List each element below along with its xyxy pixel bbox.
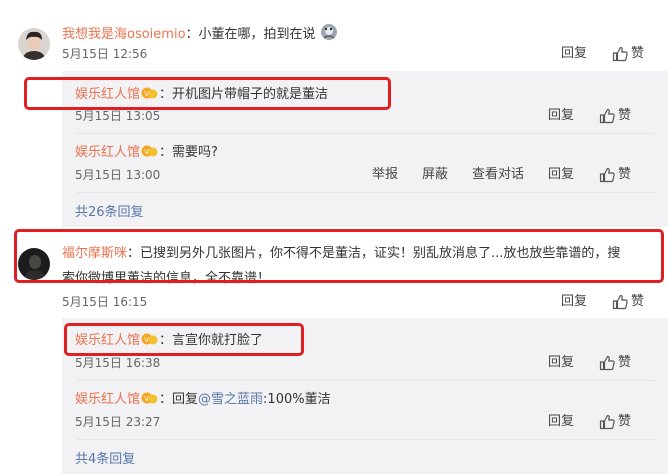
highlight-box (14, 229, 664, 283)
reply-text: 娱乐红人馆 V ：回复@雪之蓝雨:100%董洁 (75, 391, 331, 410)
like-button[interactable]: 赞 (599, 355, 631, 371)
reply-button[interactable]: 回复 (548, 108, 574, 124)
svg-text:V: V (144, 148, 149, 156)
username[interactable]: 娱乐红人馆 (75, 145, 140, 160)
mention-link[interactable]: @雪之蓝雨 (198, 392, 263, 407)
thumbs-up-icon (599, 414, 615, 430)
block-button[interactable]: 屏蔽 (422, 167, 448, 183)
timestamp: 5月15日 16:15 (62, 295, 148, 309)
avatar[interactable] (18, 28, 50, 60)
user-avatar-image (18, 28, 50, 60)
timestamp: 5月15日 16:38 (75, 356, 161, 370)
comment-text: 我想我是海osoiemio：小董在哪，拍到在说 (62, 23, 338, 46)
reply-button[interactable]: 回复 (548, 167, 574, 183)
timestamp: 5月15日 23:27 (75, 415, 161, 429)
thumbs-up-icon (599, 108, 615, 124)
view-conversation-button[interactable]: 查看对话 (472, 167, 524, 183)
reply-button[interactable]: 回复 (561, 294, 587, 310)
thumbs-up-icon (612, 46, 628, 62)
like-button[interactable]: 赞 (599, 414, 631, 430)
reply-button[interactable]: 回复 (561, 46, 587, 62)
timestamp: 5月15日 12:56 (62, 47, 148, 61)
more-replies-link[interactable]: 共26条回复 (75, 204, 144, 221)
thumbs-up-icon (612, 294, 628, 310)
divider (75, 439, 655, 440)
highlight-box (24, 77, 391, 110)
like-button[interactable]: 赞 (612, 294, 644, 310)
divider (75, 380, 655, 381)
divider (75, 133, 655, 134)
like-button[interactable]: 赞 (599, 167, 631, 183)
like-button[interactable]: 赞 (599, 108, 631, 124)
report-button[interactable]: 举报 (372, 167, 398, 183)
thumbs-up-icon (599, 355, 615, 371)
like-button[interactable]: 赞 (612, 46, 644, 62)
emoji-icon (320, 23, 338, 46)
verified-badge-icon: V (141, 391, 158, 410)
reply-button[interactable]: 回复 (548, 355, 574, 371)
divider (75, 192, 655, 193)
highlight-box (64, 323, 304, 356)
username[interactable]: 娱乐红人馆 (75, 392, 140, 407)
svg-text:V: V (144, 395, 149, 403)
reply-button[interactable]: 回复 (548, 414, 574, 430)
timestamp: 5月15日 13:00 (75, 168, 161, 182)
verified-badge-icon: V (141, 144, 158, 163)
timestamp: 5月15日 13:05 (75, 109, 161, 123)
thumbs-up-icon (599, 167, 615, 183)
username[interactable]: 我想我是海osoiemio (62, 27, 186, 42)
reply-text: 娱乐红人馆 V ：需要吗? (75, 144, 218, 163)
more-replies-link[interactable]: 共4条回复 (75, 451, 135, 468)
